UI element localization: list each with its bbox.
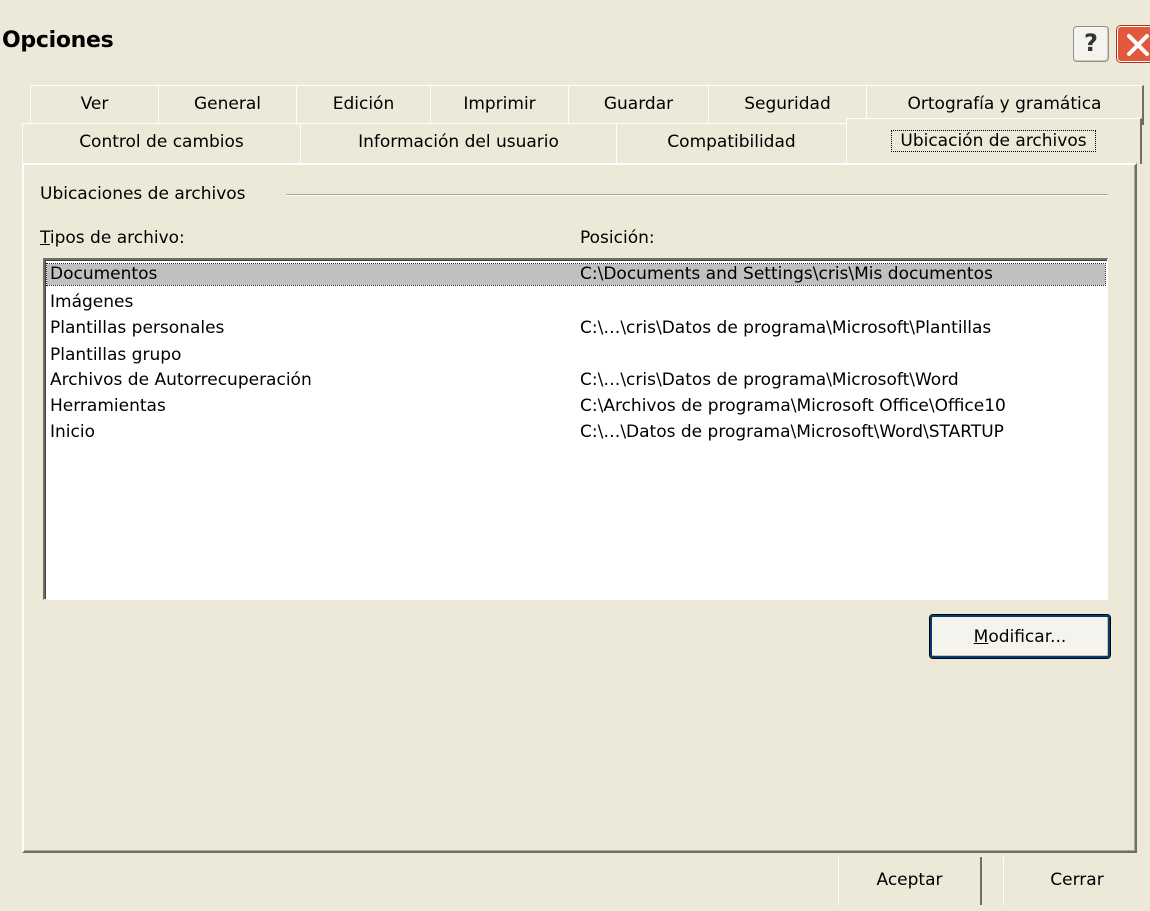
file-locations-list[interactable]: Documentos C:\Documents and Settings\cris… — [43, 258, 1108, 600]
tab-imprimir[interactable]: Imprimir — [430, 85, 570, 125]
list-item[interactable]: Plantillas grupo — [47, 345, 1105, 366]
tab-seguridad[interactable]: Seguridad — [708, 85, 868, 125]
list-item[interactable]: Documentos C:\Documents and Settings\cris… — [46, 263, 1106, 286]
window-title: Opciones — [2, 28, 114, 53]
close-icon — [1127, 34, 1149, 56]
list-item[interactable]: Archivos de Autorrecuperación C:\…\cris\D… — [47, 370, 1105, 391]
ok-button[interactable]: Aceptar — [838, 857, 982, 905]
list-item[interactable]: Imágenes — [47, 292, 1105, 313]
tab-ubicacion-archivos[interactable]: Ubicación de archivos — [846, 118, 1142, 164]
group-label: Ubicaciones de archivos — [40, 184, 246, 204]
close-button[interactable] — [1117, 26, 1150, 62]
tab-control-cambios[interactable]: Control de cambios — [22, 123, 302, 163]
modify-button[interactable]: Modificar... — [929, 614, 1111, 659]
tab-general[interactable]: General — [158, 85, 298, 125]
list-item[interactable]: Plantillas personales C:\…\cris\Datos de … — [47, 318, 1105, 339]
close-dialog-button[interactable]: Cerrar — [1003, 857, 1150, 905]
list-item[interactable]: Herramientas C:\Archivos de programa\Micr… — [47, 396, 1105, 417]
tab-ver[interactable]: Ver — [30, 85, 160, 125]
column-header-position: Posición: — [580, 228, 655, 248]
column-header-types: Tipos de archivo: — [40, 228, 185, 248]
group-divider — [286, 194, 1108, 196]
tab-edicion[interactable]: Edición — [296, 85, 432, 125]
help-button[interactable]: ? — [1073, 26, 1109, 62]
tab-compatibilidad[interactable]: Compatibilidad — [616, 123, 848, 163]
tab-guardar[interactable]: Guardar — [568, 85, 710, 125]
title-bar — [0, 0, 1150, 90]
tab-informacion-usuario[interactable]: Información del usuario — [300, 123, 618, 163]
list-item[interactable]: Inicio C:\…\Datos de programa\Microsoft\W… — [47, 422, 1105, 443]
help-icon: ? — [1084, 29, 1098, 57]
